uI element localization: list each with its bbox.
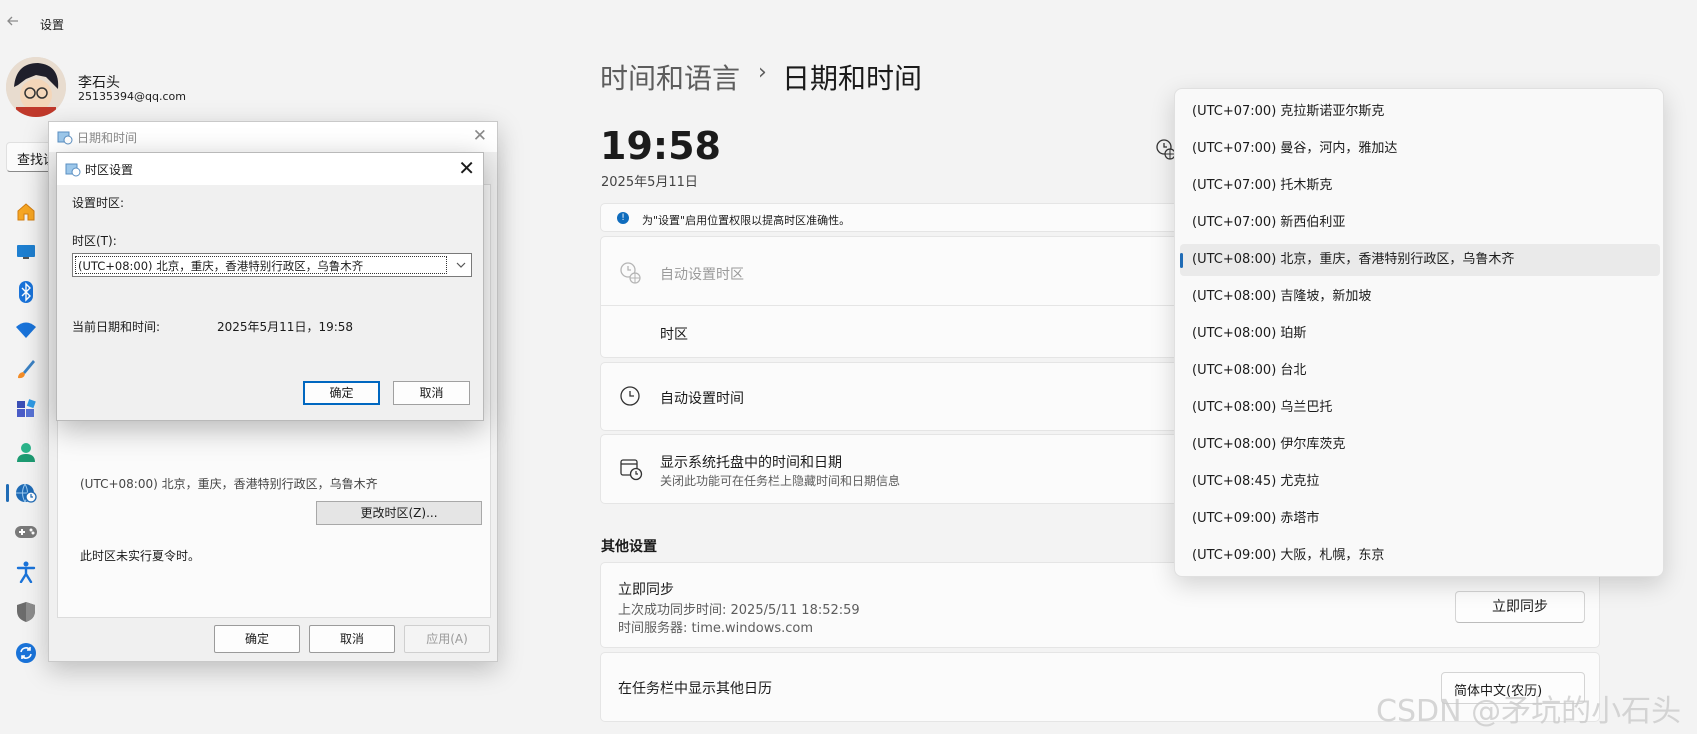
- bluetooth-icon[interactable]: [14, 280, 38, 304]
- cancel-button[interactable]: 取消: [309, 625, 395, 653]
- timezone-option-label: (UTC+08:00) 北京，重庆，香港特别行政区，乌鲁木齐: [1192, 252, 1515, 267]
- timezone-text: (UTC+08:00) 北京，重庆，香港特别行政区，乌鲁木齐: [80, 477, 378, 491]
- chevron-down-icon[interactable]: [455, 256, 467, 277]
- timezone-dropdown[interactable]: (UTC+07:00) 克拉斯诺亚尔斯克 (UTC+07:00) 曼谷，河内，雅加…: [1174, 88, 1664, 577]
- page-title: 日期和时间: [782, 62, 923, 95]
- dialog-titlebar: 日期和时间 ✕: [49, 122, 497, 152]
- close-icon[interactable]: ✕: [473, 126, 487, 146]
- ok-button[interactable]: 确定: [303, 381, 380, 405]
- date-time-icon: [57, 129, 73, 145]
- timezone-label: 时区: [660, 327, 688, 343]
- info-icon: !: [617, 212, 629, 224]
- cancel-button[interactable]: 取消: [393, 381, 470, 405]
- date-time-icon: [65, 161, 81, 177]
- info-text: 为"设置"启用位置权限以提高时区准确性。: [642, 214, 851, 227]
- monitor-icon[interactable]: [14, 240, 38, 264]
- other-settings-heading: 其他设置: [601, 539, 657, 555]
- timezone-select[interactable]: (UTC+08:00) 北京，重庆，香港特别行政区，乌鲁木齐: [72, 253, 472, 277]
- change-timezone-button[interactable]: 更改时区(Z)...: [316, 501, 482, 525]
- timezone-option[interactable]: (UTC+07:00) 托木斯克: [1180, 170, 1660, 202]
- dst-note: 此时区未实行夏令时。: [80, 549, 201, 563]
- gamepad-icon[interactable]: [14, 520, 38, 544]
- timezone-option[interactable]: (UTC+09:00) 大阪，札幌，东京: [1180, 540, 1660, 572]
- timezone-settings-dialog: 时区设置 ✕ 设置时区: 时区(T): (UTC+08:00) 北京，重庆，香港…: [56, 152, 484, 421]
- globe-clock-icon: [619, 261, 643, 285]
- breadcrumb-separator: ›: [758, 60, 767, 85]
- breadcrumb-parent[interactable]: 时间和语言: [600, 57, 740, 97]
- timezone-option[interactable]: (UTC+07:00) 新西伯利亚: [1180, 207, 1660, 239]
- timezone-option[interactable]: (UTC+09:00) 赤塔市: [1180, 503, 1660, 535]
- clock-icon: [619, 385, 643, 409]
- timezone-label: 时区(T):: [72, 234, 117, 248]
- sync-title: 立即同步: [618, 582, 674, 598]
- shield-icon[interactable]: [14, 600, 38, 624]
- timezone-option[interactable]: (UTC+08:00) 伊尔库茨克: [1180, 429, 1660, 461]
- current-date: 2025年5月11日: [601, 175, 698, 190]
- user-email: 25135394@qq.com: [78, 90, 186, 103]
- brush-icon[interactable]: [14, 357, 38, 381]
- sync-server: 时间服务器: time.windows.com: [618, 621, 814, 636]
- nav-selected-indicator: [6, 484, 9, 502]
- tray-time-label: 显示系统托盘中的时间和日期: [660, 455, 842, 471]
- home-icon[interactable]: [14, 200, 38, 224]
- apply-button[interactable]: 应用(A): [404, 625, 490, 653]
- set-timezone-label: 设置时区:: [72, 196, 125, 210]
- sync-now-button[interactable]: 立即同步: [1455, 591, 1585, 623]
- sync-icon[interactable]: [14, 641, 38, 665]
- app-title: 设置: [40, 18, 65, 32]
- current-datetime-value: 2025年5月11日，19:58: [217, 320, 354, 334]
- dialog-titlebar: 时区设置 ✕: [57, 153, 483, 185]
- user-name: 李石头: [78, 75, 120, 91]
- sync-last-time: 上次成功同步时间: 2025/5/11 18:52:59: [618, 603, 860, 618]
- auto-timezone-label: 自动设置时区: [660, 267, 744, 283]
- timezone-option[interactable]: (UTC+08:00) 珀斯: [1180, 318, 1660, 350]
- globe-clock-icon[interactable]: [14, 481, 38, 505]
- timezone-option[interactable]: (UTC+08:00) 乌兰巴托: [1180, 392, 1660, 424]
- dialog-title: 日期和时间: [77, 131, 138, 145]
- timezone-option[interactable]: (UTC+08:00) 吉隆坡，新加坡: [1180, 281, 1660, 313]
- calendar-label: 在任务栏中显示其他日历: [618, 681, 772, 697]
- current-datetime-label: 当前日期和时间:: [72, 320, 161, 334]
- timezone-option[interactable]: (UTC+08:00) 台北: [1180, 355, 1660, 387]
- person-icon[interactable]: [14, 440, 38, 464]
- ok-button[interactable]: 确定: [214, 625, 300, 653]
- tray-time-description: 关闭此功能可在任务栏上隐藏时间和日期信息: [660, 474, 901, 488]
- timezone-option[interactable]: (UTC+08:00) 北京，重庆，香港特别行政区，乌鲁木齐: [1180, 244, 1660, 276]
- timezone-option[interactable]: (UTC+08:45) 尤克拉: [1180, 466, 1660, 498]
- timezone-select-value: (UTC+08:00) 北京，重庆，香港特别行政区，乌鲁木齐: [75, 256, 447, 274]
- watermark: CSDN @矛坑的小石头: [1376, 694, 1682, 729]
- accessibility-icon[interactable]: [14, 560, 38, 584]
- timezone-option[interactable]: (UTC+07:00) 曼谷，河内，雅加达: [1180, 133, 1660, 165]
- close-icon[interactable]: ✕: [458, 156, 475, 180]
- wifi-icon[interactable]: [14, 318, 38, 342]
- auto-time-label: 自动设置时间: [660, 391, 744, 407]
- avatar[interactable]: [6, 57, 66, 117]
- back-arrow-icon[interactable]: [6, 14, 22, 30]
- timezone-option[interactable]: (UTC+07:00) 克拉斯诺亚尔斯克: [1180, 96, 1660, 128]
- calendar-clock-icon: [619, 457, 643, 481]
- current-time: 19:58: [600, 124, 721, 168]
- dialog-title: 时区设置: [85, 163, 134, 177]
- apps-icon[interactable]: [14, 398, 38, 422]
- selected-indicator: [1180, 253, 1183, 268]
